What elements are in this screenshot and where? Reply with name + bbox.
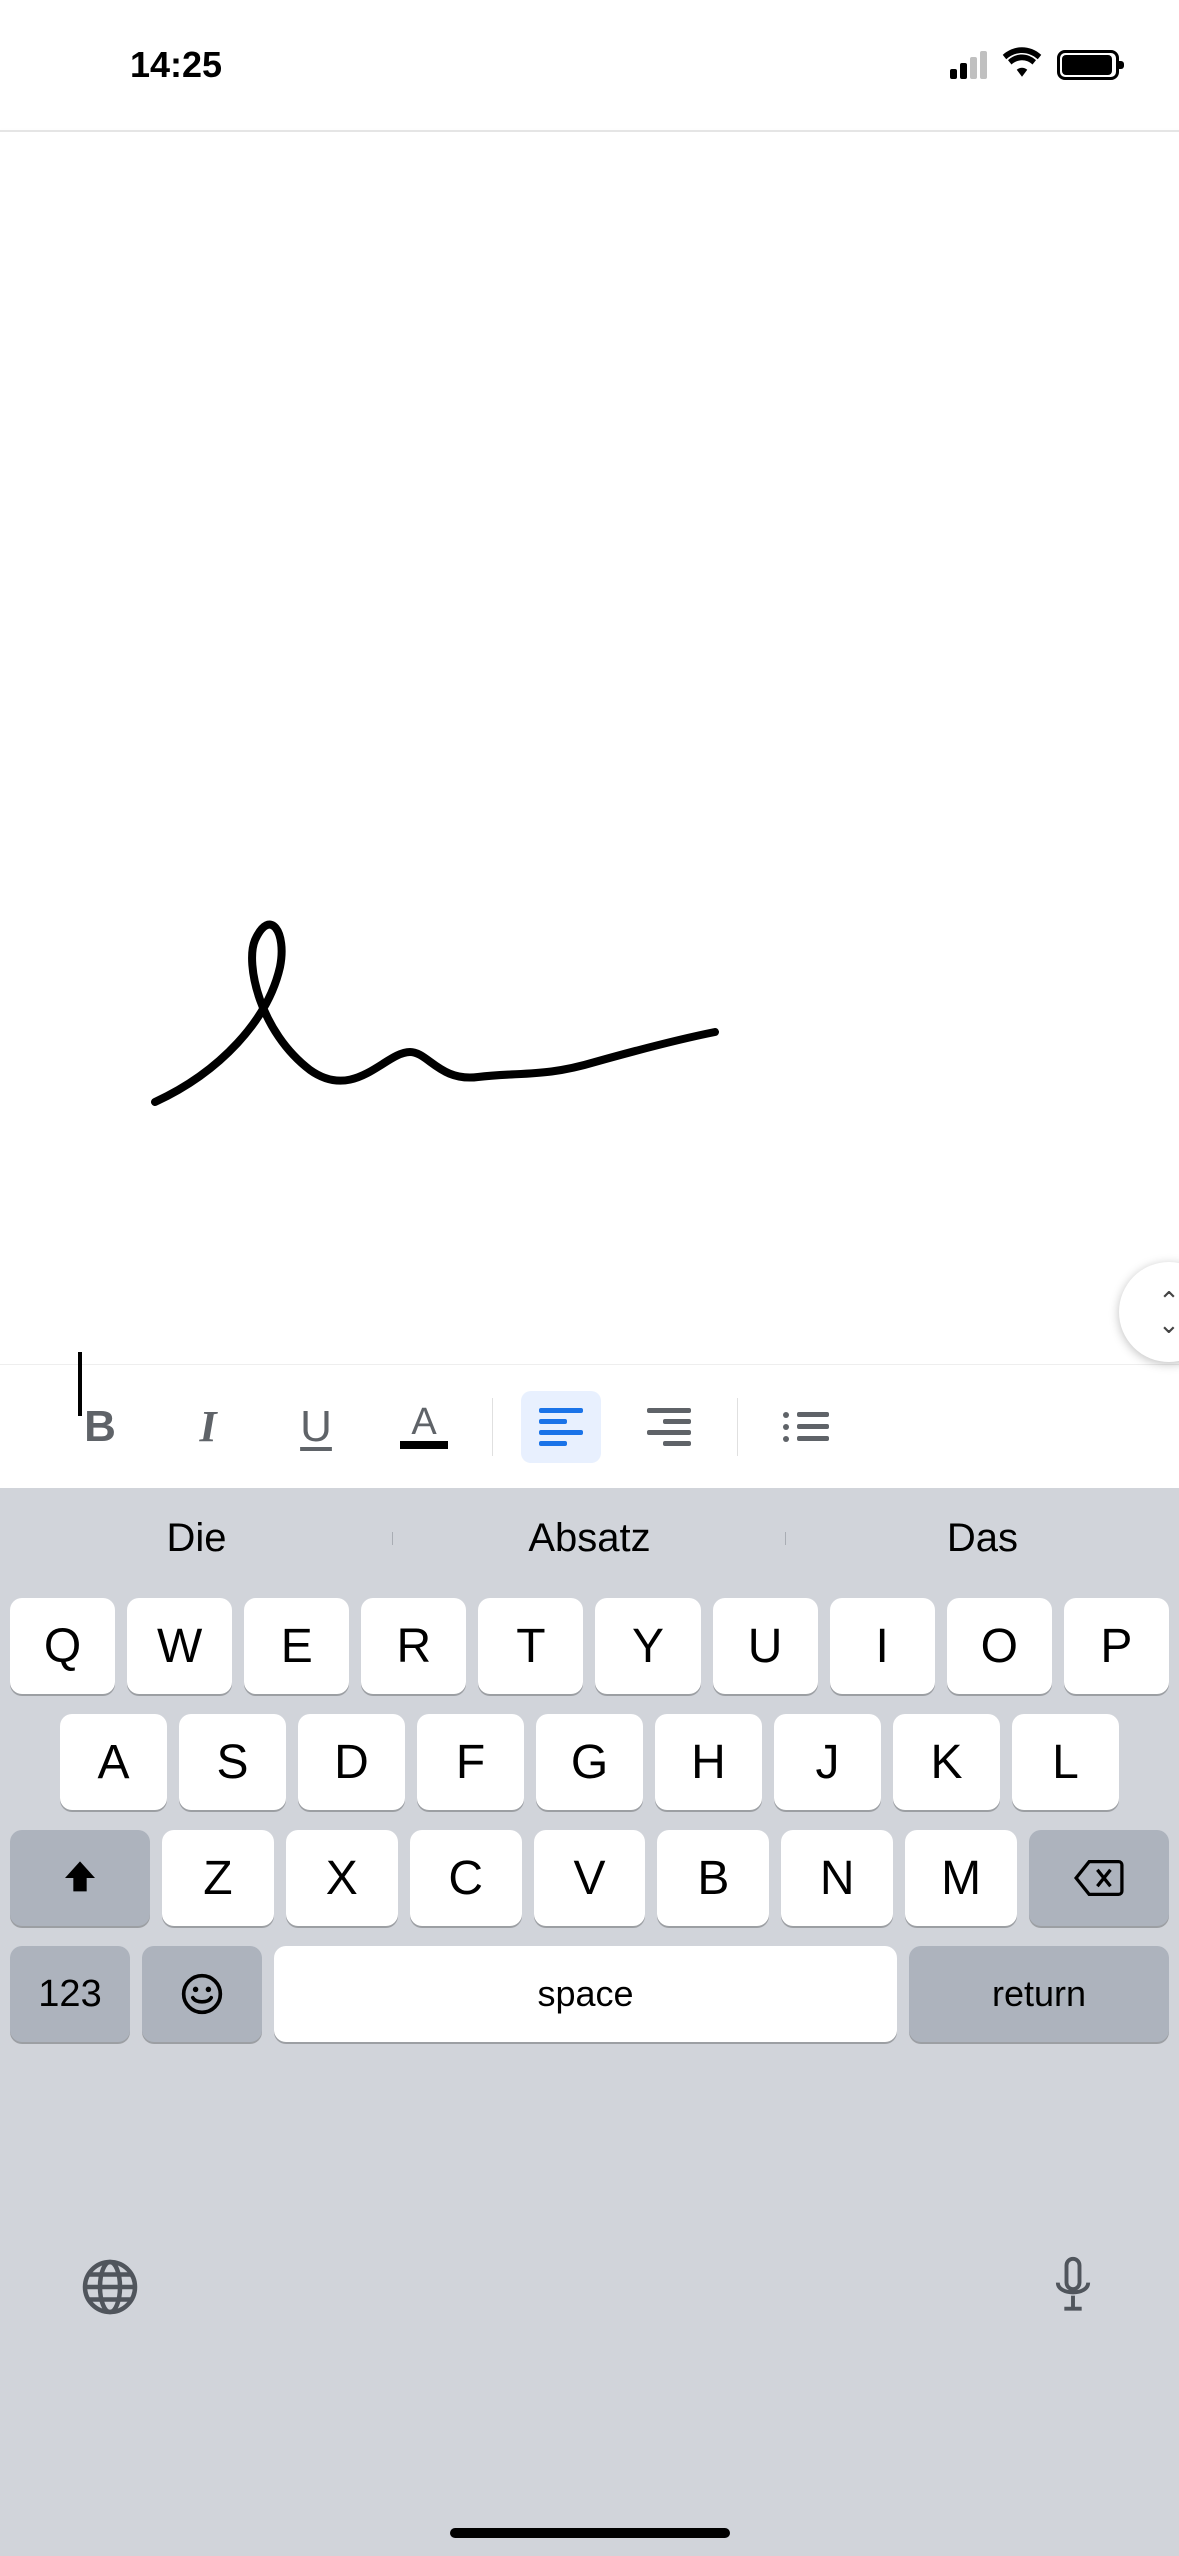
key-t[interactable]: T bbox=[478, 1598, 583, 1694]
separator bbox=[737, 1398, 738, 1456]
cellular-icon bbox=[950, 51, 987, 79]
globe-key[interactable] bbox=[80, 2257, 140, 2322]
key-i[interactable]: I bbox=[830, 1598, 935, 1694]
key-n[interactable]: N bbox=[781, 1830, 893, 1926]
separator bbox=[492, 1398, 493, 1456]
key-u[interactable]: U bbox=[713, 1598, 818, 1694]
globe-icon bbox=[80, 2257, 140, 2317]
key-q[interactable]: Q bbox=[10, 1598, 115, 1694]
keyboard-bottom bbox=[0, 2052, 1179, 2556]
shift-key[interactable] bbox=[10, 1830, 150, 1926]
key-p[interactable]: P bbox=[1064, 1598, 1169, 1694]
emoji-icon bbox=[180, 1972, 224, 2016]
key-v[interactable]: V bbox=[534, 1830, 646, 1926]
key-d[interactable]: D bbox=[298, 1714, 405, 1810]
status-indicators bbox=[950, 44, 1119, 86]
align-right-icon bbox=[647, 1408, 691, 1446]
bold-label: B bbox=[84, 1402, 116, 1452]
status-bar: 14:25 bbox=[0, 0, 1179, 130]
key-o[interactable]: O bbox=[947, 1598, 1052, 1694]
home-indicator[interactable] bbox=[450, 2528, 730, 2538]
key-b[interactable]: B bbox=[657, 1830, 769, 1926]
text-color-label: A bbox=[411, 1405, 436, 1439]
bold-button[interactable]: B bbox=[60, 1391, 140, 1463]
status-time: 14:25 bbox=[60, 44, 222, 86]
microphone-icon bbox=[1047, 2254, 1099, 2320]
signature-drawing bbox=[150, 902, 730, 1127]
align-left-button[interactable] bbox=[521, 1391, 601, 1463]
key-y[interactable]: Y bbox=[595, 1598, 700, 1694]
key-z[interactable]: Z bbox=[162, 1830, 274, 1926]
text-color-button[interactable]: A bbox=[384, 1391, 464, 1463]
suggestion-3[interactable]: Das bbox=[786, 1516, 1179, 1561]
key-w[interactable]: W bbox=[127, 1598, 232, 1694]
dictation-key[interactable] bbox=[1047, 2254, 1099, 2325]
text-color-swatch bbox=[400, 1441, 448, 1449]
return-key[interactable]: return bbox=[909, 1946, 1169, 2042]
suggestion-1[interactable]: Die bbox=[0, 1516, 393, 1561]
key-m[interactable]: M bbox=[905, 1830, 1017, 1926]
formatting-toolbar: B I U A bbox=[0, 1364, 1179, 1488]
bullet-list-button[interactable] bbox=[766, 1391, 846, 1463]
key-c[interactable]: C bbox=[410, 1830, 522, 1926]
key-row-2: A S D F G H J K L bbox=[0, 1704, 1179, 1820]
key-row-1: Q W E R T Y U I O P bbox=[0, 1588, 1179, 1704]
italic-label: I bbox=[199, 1401, 216, 1452]
align-left-icon bbox=[539, 1408, 583, 1446]
key-j[interactable]: J bbox=[774, 1714, 881, 1810]
scroll-nav-bubble[interactable]: ⌃ ⌃ bbox=[1119, 1262, 1179, 1362]
backspace-icon bbox=[1074, 1860, 1124, 1896]
key-x[interactable]: X bbox=[286, 1830, 398, 1926]
key-k[interactable]: K bbox=[893, 1714, 1000, 1810]
chevron-down-icon: ⌃ bbox=[1158, 1314, 1179, 1332]
keyboard: Die Absatz Das Q W E R T Y U I O P A S D… bbox=[0, 1488, 1179, 2556]
italic-button[interactable]: I bbox=[168, 1391, 248, 1463]
key-l[interactable]: L bbox=[1012, 1714, 1119, 1810]
shift-icon bbox=[60, 1858, 100, 1898]
text-cursor bbox=[78, 1352, 82, 1416]
key-g[interactable]: G bbox=[536, 1714, 643, 1810]
backspace-key[interactable] bbox=[1029, 1830, 1169, 1926]
key-r[interactable]: R bbox=[361, 1598, 466, 1694]
suggestions-bar: Die Absatz Das bbox=[0, 1488, 1179, 1588]
underline-label: U bbox=[300, 1402, 332, 1452]
battery-icon bbox=[1057, 50, 1119, 80]
numbers-key[interactable]: 123 bbox=[10, 1946, 130, 2042]
key-e[interactable]: E bbox=[244, 1598, 349, 1694]
key-a[interactable]: A bbox=[60, 1714, 167, 1810]
space-key[interactable]: space bbox=[274, 1946, 897, 2042]
align-right-button[interactable] bbox=[629, 1391, 709, 1463]
key-f[interactable]: F bbox=[417, 1714, 524, 1810]
underline-button[interactable]: U bbox=[276, 1391, 356, 1463]
wifi-icon bbox=[1001, 44, 1043, 86]
key-h[interactable]: H bbox=[655, 1714, 762, 1810]
key-row-4: 123 space return bbox=[0, 1936, 1179, 2052]
emoji-key[interactable] bbox=[142, 1946, 262, 2042]
key-s[interactable]: S bbox=[179, 1714, 286, 1810]
bullet-list-icon bbox=[783, 1412, 829, 1442]
suggestion-2[interactable]: Absatz bbox=[393, 1516, 786, 1561]
document-editor[interactable]: ⌃ ⌃ bbox=[0, 132, 1179, 1364]
key-row-3: Z X C V B N M bbox=[0, 1820, 1179, 1936]
